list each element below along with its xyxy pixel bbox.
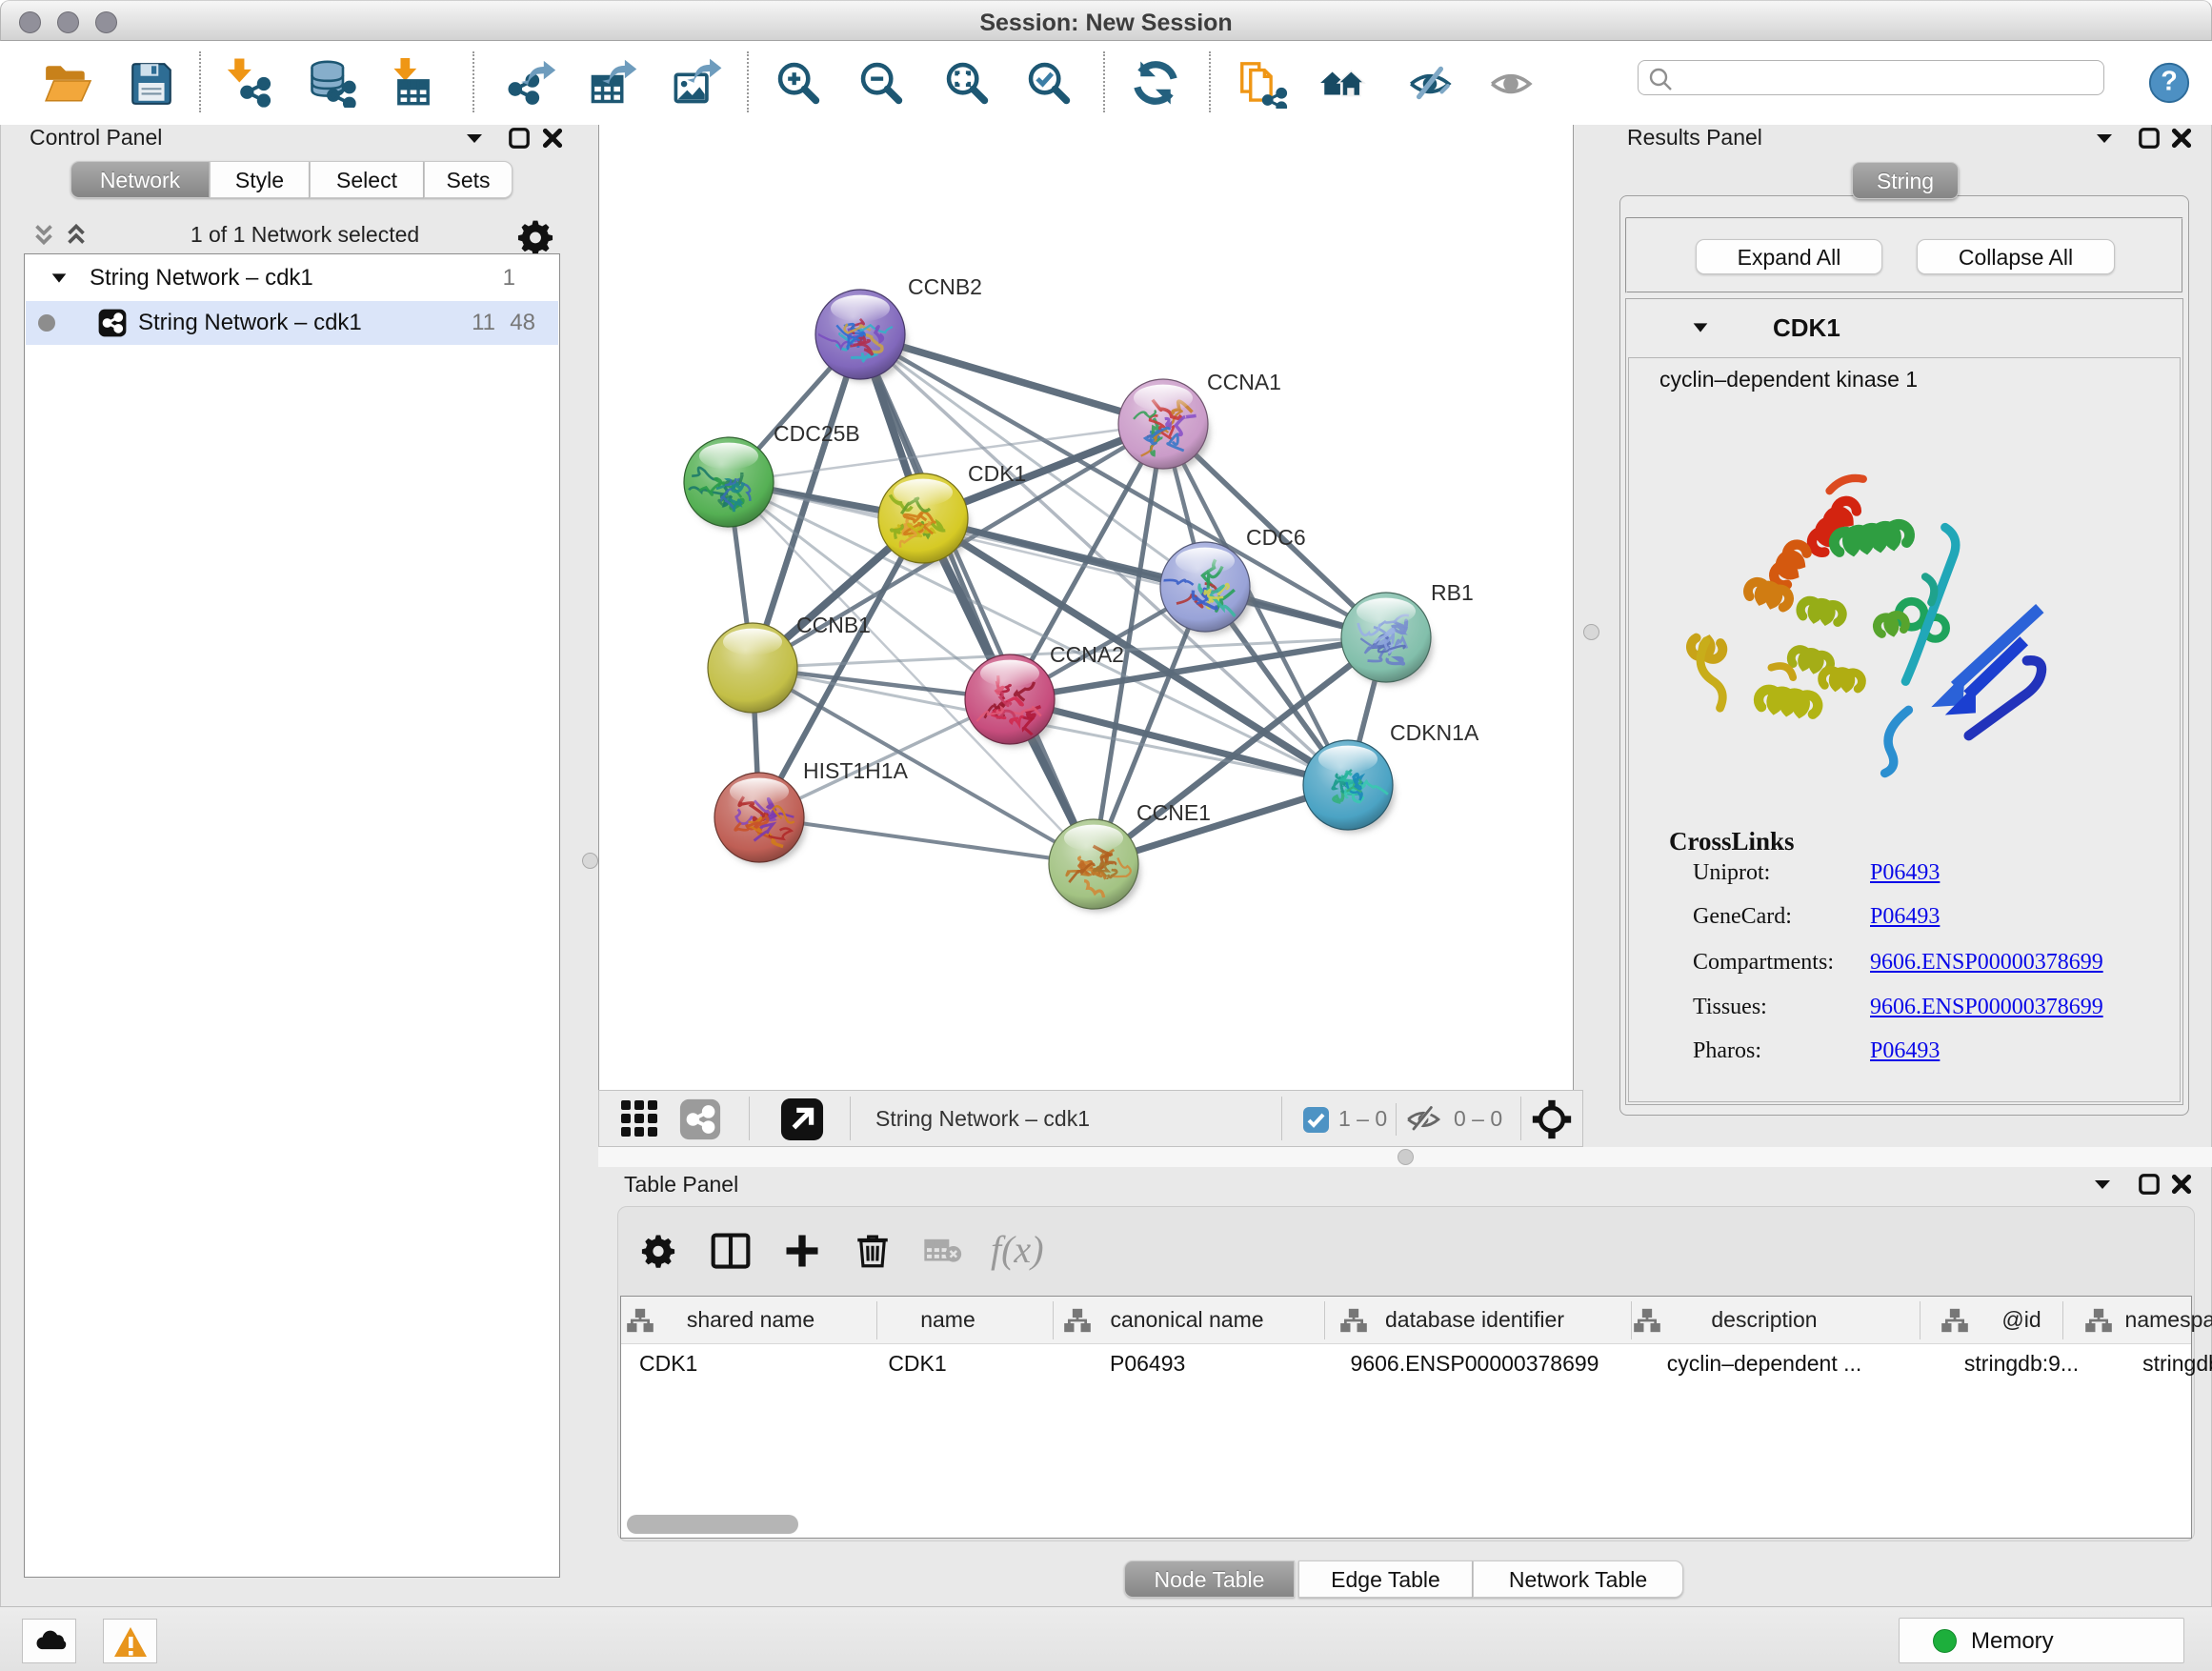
svg-text:CCNA2: CCNA2 [1050,642,1124,667]
svg-text:CCNB2: CCNB2 [908,274,982,299]
svg-text:CCNA1: CCNA1 [1207,370,1281,394]
svg-text:CDC6: CDC6 [1246,525,1306,550]
svg-text:CDKN1A: CDKN1A [1390,720,1479,745]
svg-text:?: ? [2161,67,2178,97]
svg-text:HIST1H1A: HIST1H1A [803,758,909,783]
svg-text:RB1: RB1 [1431,580,1474,605]
svg-text:CCNE1: CCNE1 [1136,800,1211,825]
svg-text:CCNB1: CCNB1 [796,613,871,637]
svg-text:CDK1: CDK1 [968,461,1026,486]
svg-text:CDC25B: CDC25B [774,421,860,446]
